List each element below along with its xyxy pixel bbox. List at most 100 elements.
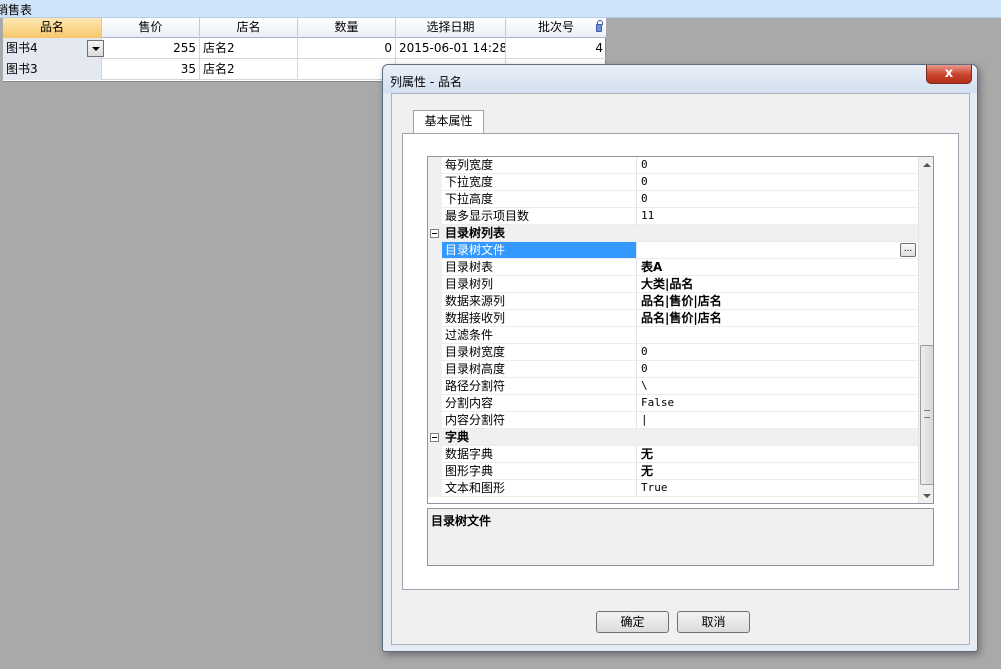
property-row[interactable]: 下拉高度 0 (428, 191, 918, 208)
property-row[interactable]: 目录树列 大类|品名 (428, 276, 918, 293)
property-row[interactable]: 路径分割符 \ (428, 378, 918, 395)
property-row[interactable]: 分割内容 False (428, 395, 918, 412)
property-value[interactable] (637, 242, 918, 259)
property-value[interactable]: \ (637, 378, 918, 395)
dialog-title: 列属性 - 品名 (390, 75, 462, 89)
property-row[interactable]: 数据字典无 (428, 446, 918, 463)
property-value[interactable]: 0 (637, 157, 918, 174)
app-title: 销售表 (0, 3, 33, 17)
property-value[interactable]: 0 (637, 344, 918, 361)
table-row[interactable]: 图书4 255 店名2 0 2015-06-01 14:28 4 (3, 38, 606, 59)
property-row[interactable]: 数据接收列 品名|售价|店名 (428, 310, 918, 327)
property-value[interactable]: 大类|品名 (637, 276, 918, 293)
property-row[interactable]: 最多显示项目数 11 (428, 208, 918, 225)
property-row[interactable]: 过滤条件 (428, 327, 918, 344)
property-value[interactable]: 品名|售价|店名 (637, 293, 918, 310)
close-icon: x (944, 66, 954, 81)
scroll-up-icon[interactable] (919, 157, 933, 173)
property-value[interactable]: 0 (637, 361, 918, 378)
grid-header: 品名 售价 店名 数量 选择日期 批次号 (3, 18, 606, 38)
app-title-bar: 销售表 (0, 0, 1001, 18)
row-margin (428, 429, 442, 446)
row-margin (428, 446, 442, 463)
property-name: 图形字典 (442, 463, 637, 480)
column-header-qty[interactable]: 数量 (298, 18, 396, 38)
scroll-thumb[interactable] (920, 345, 933, 485)
row-margin (428, 174, 442, 191)
property-row[interactable]: 内容分割符 | (428, 412, 918, 429)
row-margin (428, 327, 442, 344)
cell-name[interactable]: 图书3 (3, 59, 102, 80)
property-value[interactable]: | (637, 412, 918, 429)
property-name: 文本和图形 (442, 480, 637, 497)
property-name: 目录树文件 (442, 242, 637, 259)
cancel-button[interactable]: 取消 (677, 611, 750, 633)
property-value[interactable] (637, 327, 918, 344)
property-name: 数据来源列 (442, 293, 637, 310)
column-header-price[interactable]: 售价 (102, 18, 200, 38)
property-value[interactable]: 无 (637, 446, 918, 463)
cell-store[interactable]: 店名2 (200, 38, 298, 59)
property-name: 下拉高度 (442, 191, 637, 208)
row-margin (428, 157, 442, 174)
property-name: 路径分割符 (442, 378, 637, 395)
row-margin (428, 463, 442, 480)
category-label: 字典 (442, 429, 918, 446)
cell-price[interactable]: 255 (102, 38, 200, 59)
row-margin (428, 412, 442, 429)
property-name: 分割内容 (442, 395, 637, 412)
lock-icon (596, 20, 603, 32)
vertical-scrollbar[interactable] (918, 157, 933, 503)
row-margin (428, 395, 442, 412)
column-header-batch[interactable]: 批次号 (506, 18, 606, 38)
property-name: 数据字典 (442, 446, 637, 463)
property-value[interactable]: 0 (637, 191, 918, 208)
property-row[interactable]: 目录树高度 0 (428, 361, 918, 378)
cell-store[interactable]: 店名2 (200, 59, 298, 80)
property-name: 目录树列 (442, 276, 637, 293)
property-value[interactable]: False (637, 395, 918, 412)
property-value[interactable]: 0 (637, 174, 918, 191)
property-name: 过滤条件 (442, 327, 637, 344)
property-category[interactable]: 目录树列表 (428, 225, 918, 242)
property-row[interactable]: 文本和图形 True (428, 480, 918, 497)
property-row[interactable]: 目录树文件... (428, 242, 918, 259)
cell-price[interactable]: 35 (102, 59, 200, 80)
property-row[interactable]: 目录树宽度 0 (428, 344, 918, 361)
column-header-date[interactable]: 选择日期 (396, 18, 506, 38)
property-value[interactable]: 无 (637, 463, 918, 480)
property-value[interactable]: 表A (637, 259, 918, 276)
column-properties-dialog: 列属性 - 品名 x 基本属性 文本和图形 True 图形字典无数据字典无字典 内容分… (382, 64, 978, 652)
property-row[interactable]: 每列宽度 0 (428, 157, 918, 174)
property-row[interactable]: 目录树表 表A (428, 259, 918, 276)
column-header-batch-label: 批次号 (537, 20, 574, 34)
row-margin (428, 361, 442, 378)
property-row[interactable]: 下拉宽度 0 (428, 174, 918, 191)
property-name: 下拉宽度 (442, 174, 637, 191)
scroll-down-icon[interactable] (919, 488, 933, 503)
cell-date[interactable]: 2015-06-01 14:28 (396, 38, 506, 59)
collapse-icon[interactable] (430, 229, 439, 238)
cell-qty[interactable]: 0 (298, 38, 396, 59)
close-button[interactable]: x (926, 65, 972, 84)
row-margin (428, 242, 442, 259)
collapse-icon[interactable] (430, 433, 439, 442)
ok-button[interactable]: 确定 (596, 611, 669, 633)
tab-page: 文本和图形 True 图形字典无数据字典无字典 内容分割符 | 分割内容 False 路径分割… (402, 133, 959, 590)
property-value[interactable]: 品名|售价|店名 (637, 310, 918, 327)
property-category[interactable]: 字典 (428, 429, 918, 446)
property-row[interactable]: 图形字典无 (428, 463, 918, 480)
cell-batch[interactable]: 4 (506, 38, 606, 59)
property-value[interactable]: 11 (637, 208, 918, 225)
row-margin (428, 208, 442, 225)
dialog-titlebar[interactable]: 列属性 - 品名 x (383, 65, 977, 93)
column-header-name[interactable]: 品名 (3, 18, 102, 38)
property-value[interactable]: True (637, 480, 918, 497)
property-grid[interactable]: 文本和图形 True 图形字典无数据字典无字典 内容分割符 | 分割内容 False 路径分割… (427, 156, 934, 504)
column-header-store[interactable]: 店名 (200, 18, 298, 38)
browse-file-button[interactable]: ... (900, 243, 916, 257)
row-margin (428, 378, 442, 395)
tab-basic-properties[interactable]: 基本属性 (413, 110, 484, 134)
property-name: 目录树高度 (442, 361, 637, 378)
property-row[interactable]: 数据来源列 品名|售价|店名 (428, 293, 918, 310)
